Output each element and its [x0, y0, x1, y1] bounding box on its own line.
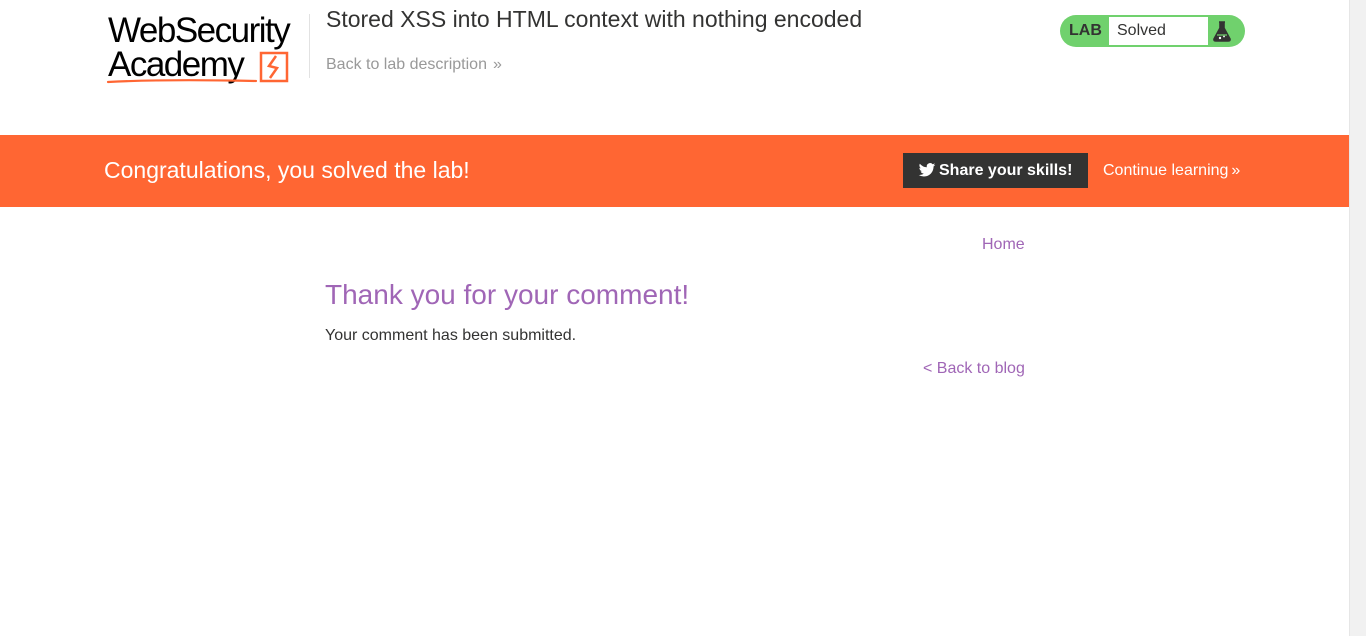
- share-skills-label: Share your skills!: [939, 162, 1073, 179]
- solved-message: Congratulations, you solved the lab!: [104, 157, 470, 183]
- back-to-blog-link[interactable]: < Back to blog: [923, 360, 1025, 378]
- page-title: Thank you for your comment!: [325, 279, 690, 310]
- home-link[interactable]: Home: [982, 236, 1025, 254]
- lab-title: Stored XSS into HTML context with nothin…: [326, 6, 863, 32]
- lab-status-label: LAB: [1069, 22, 1102, 39]
- header-divider: [309, 14, 310, 78]
- double-chevron-right-icon: »: [1231, 162, 1240, 179]
- page: WebSecurity Academy Stored XSS into HTML…: [0, 0, 1366, 636]
- header: WebSecurity Academy Stored XSS into HTML…: [0, 0, 1349, 135]
- twitter-icon: [918, 163, 936, 177]
- web-security-academy-logo[interactable]: WebSecurity Academy: [106, 12, 306, 88]
- share-skills-button[interactable]: Share your skills!: [903, 153, 1088, 188]
- back-to-lab-description-link[interactable]: Back to lab description »: [326, 56, 502, 74]
- vertical-scrollbar[interactable]: [1349, 0, 1366, 636]
- solved-banner: Congratulations, you solved the lab! Sha…: [0, 135, 1349, 207]
- double-chevron-right-icon: »: [492, 56, 502, 73]
- continue-learning-label: Continue learning: [1103, 162, 1229, 179]
- back-to-lab-description-label: Back to lab description: [326, 56, 487, 73]
- logo-underline-icon: [106, 79, 258, 84]
- confirmation-message: Your comment has been submitted.: [325, 327, 577, 344]
- continue-learning-link[interactable]: Continue learning»: [1103, 153, 1240, 188]
- lab-status-state: Solved: [1109, 17, 1208, 45]
- flask-icon: [1213, 21, 1231, 42]
- lab-status-badge: LAB Solved: [1060, 15, 1245, 47]
